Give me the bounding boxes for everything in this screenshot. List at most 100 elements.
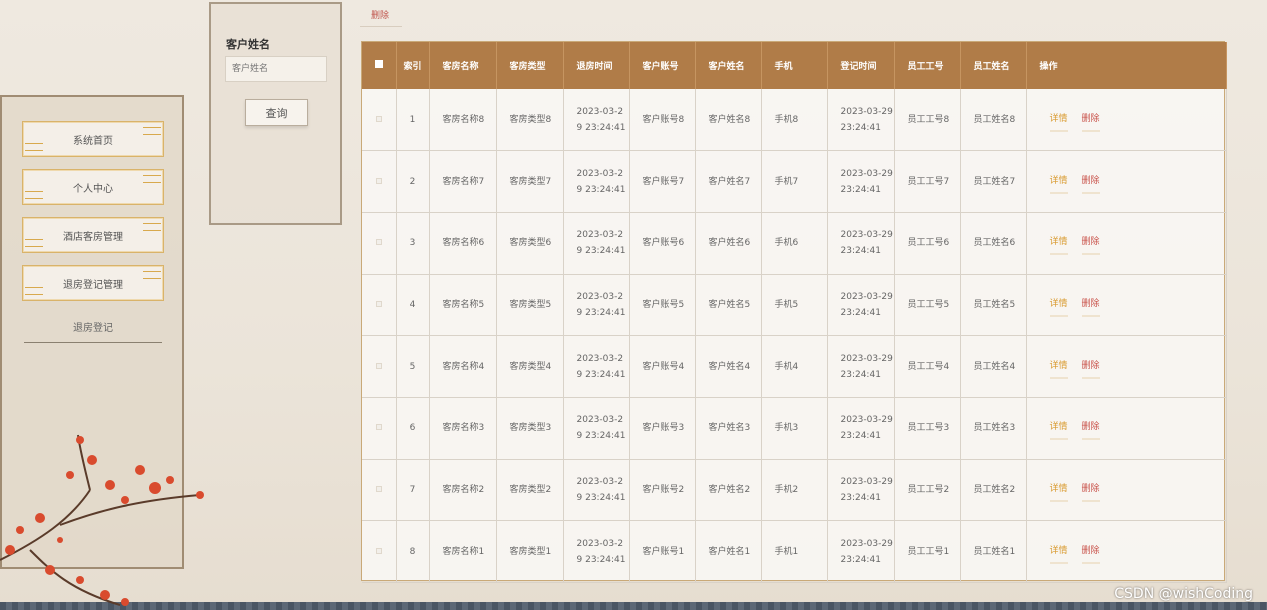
- cell-room-name: 客房名称1: [429, 520, 497, 583]
- column-header: 员工姓名: [960, 42, 1027, 89]
- cell-account: 客户账号6: [629, 212, 696, 275]
- cell-emp-id: 员工工号6: [894, 212, 961, 275]
- delete-button[interactable]: 删除: [1081, 293, 1100, 317]
- cell-room-name: 客房名称6: [429, 212, 497, 275]
- delete-button[interactable]: 删除: [1081, 108, 1100, 132]
- detail-button[interactable]: 详情: [1049, 478, 1068, 502]
- detail-button[interactable]: 详情: [1049, 108, 1068, 132]
- cell-account: 客户账号1: [629, 520, 696, 583]
- delete-button[interactable]: 删除: [1081, 478, 1100, 502]
- delete-button[interactable]: 删除: [1081, 540, 1100, 564]
- row-index: 8: [396, 520, 430, 583]
- row-index: 6: [396, 397, 430, 460]
- cell-checkout-time: 2023-03-29 23:24:41: [563, 335, 630, 398]
- cell-customer: 客户姓名4: [695, 335, 762, 398]
- checkout-table: 索引 客房名称 客房类型 退房时间 客户账号 客户姓名 手机 登记时间 员工工号…: [361, 41, 1227, 583]
- detail-button[interactable]: 详情: [1049, 355, 1068, 379]
- cell-phone: 手机3: [761, 397, 828, 460]
- cell-phone: 手机4: [761, 335, 828, 398]
- cell-account: 客户账号5: [629, 274, 696, 337]
- sidebar-item-room-management[interactable]: 酒店客房管理: [22, 217, 164, 253]
- cell-register-time: 2023-03-29 23:24:41: [827, 520, 895, 583]
- cell-account: 客户账号2: [629, 459, 696, 522]
- detail-button[interactable]: 详情: [1049, 170, 1068, 194]
- sidebar-item-personal-center[interactable]: 个人中心: [22, 169, 164, 205]
- column-header: 操作: [1026, 42, 1227, 89]
- sidebar-item-label: 退房登记管理: [63, 279, 123, 291]
- row-checkbox[interactable]: [362, 520, 397, 583]
- row-index: 4: [396, 274, 430, 337]
- row-checkbox[interactable]: [362, 89, 397, 152]
- cell-phone: 手机1: [761, 520, 828, 583]
- cell-register-time: 2023-03-29 23:24:41: [827, 397, 895, 460]
- delete-button[interactable]: 删除: [1081, 231, 1100, 256]
- row-actions: 详情 删除: [1026, 397, 1227, 460]
- cell-room-name: 客房名称7: [429, 150, 497, 213]
- cell-phone: 手机2: [761, 459, 828, 522]
- detail-button[interactable]: 详情: [1049, 293, 1068, 317]
- cell-phone: 手机5: [761, 274, 828, 337]
- detail-button[interactable]: 详情: [1049, 416, 1068, 441]
- row-checkbox[interactable]: [362, 274, 397, 337]
- row-actions: 详情 删除: [1026, 150, 1227, 213]
- row-checkbox[interactable]: [362, 459, 397, 522]
- table-row: 8 客房名称1 客房类型1 2023-03-29 23:24:41 客户账号1 客户姓名1…: [362, 520, 1227, 583]
- cell-checkout-time: 2023-03-29 23:24:41: [563, 520, 630, 583]
- cell-emp-id: 员工工号5: [894, 274, 961, 337]
- row-actions: 详情 删除: [1026, 89, 1227, 152]
- row-checkbox[interactable]: [362, 212, 397, 275]
- table-header-row: 索引 客房名称 客房类型 退房时间 客户账号 客户姓名 手机 登记时间 员工工号…: [362, 42, 1227, 89]
- column-header: 客房名称: [429, 42, 497, 89]
- cell-room-type: 客房类型6: [496, 212, 564, 275]
- row-checkbox[interactable]: [362, 397, 397, 460]
- row-actions: 详情 删除: [1026, 212, 1227, 275]
- search-label: 客户姓名: [226, 38, 270, 51]
- sidebar-item-label: 系统首页: [73, 135, 113, 147]
- customer-name-search-input[interactable]: [225, 56, 327, 82]
- row-checkbox[interactable]: [362, 335, 397, 398]
- row-index: 1: [396, 89, 430, 152]
- cell-register-time: 2023-03-29 23:24:41: [827, 150, 895, 213]
- table-row: 7 客房名称2 客房类型2 2023-03-29 23:24:41 客户账号2 客户姓名2…: [362, 459, 1227, 522]
- batch-delete-button[interactable]: 删除: [371, 8, 389, 21]
- column-header: 客房类型: [496, 42, 564, 89]
- sidebar-item-label: 酒店客房管理: [63, 231, 123, 243]
- sidebar-item-checkout-management[interactable]: 退房登记管理: [22, 265, 164, 301]
- select-all-checkbox[interactable]: [362, 42, 397, 89]
- row-index: 2: [396, 150, 430, 213]
- cell-emp-id: 员工工号3: [894, 397, 961, 460]
- delete-button[interactable]: 删除: [1081, 170, 1100, 194]
- cell-emp-id: 员工工号8: [894, 89, 961, 152]
- column-header: 索引: [396, 42, 430, 89]
- row-index: 7: [396, 459, 430, 522]
- cell-emp-name: 员工姓名3: [960, 397, 1027, 460]
- row-index: 5: [396, 335, 430, 398]
- sidebar-subitem-checkout-register[interactable]: 退房登记: [24, 321, 162, 343]
- cell-room-type: 客房类型8: [496, 89, 564, 152]
- cell-customer: 客户姓名1: [695, 520, 762, 583]
- delete-button[interactable]: 删除: [1081, 416, 1100, 441]
- sidebar-item-label: 个人中心: [73, 183, 113, 195]
- query-button[interactable]: 查询: [245, 99, 308, 126]
- cell-customer: 客户姓名8: [695, 89, 762, 152]
- divider: [360, 26, 402, 27]
- cell-register-time: 2023-03-29 23:24:41: [827, 274, 895, 337]
- detail-button[interactable]: 详情: [1049, 540, 1068, 564]
- cell-room-name: 客房名称3: [429, 397, 497, 460]
- sidebar-item-home[interactable]: 系统首页: [22, 121, 164, 157]
- row-actions: 详情 删除: [1026, 335, 1227, 398]
- watermark: CSDN @wishCoding: [1114, 586, 1253, 602]
- cell-phone: 手机7: [761, 150, 828, 213]
- cell-account: 客户账号8: [629, 89, 696, 152]
- cell-room-name: 客房名称4: [429, 335, 497, 398]
- cell-customer: 客户姓名5: [695, 274, 762, 337]
- cell-emp-name: 员工姓名6: [960, 212, 1027, 275]
- row-checkbox[interactable]: [362, 150, 397, 213]
- cell-account: 客户账号4: [629, 335, 696, 398]
- cell-checkout-time: 2023-03-29 23:24:41: [563, 89, 630, 152]
- cell-checkout-time: 2023-03-29 23:24:41: [563, 459, 630, 522]
- plum-blossom-decoration: [0, 434, 204, 606]
- column-header: 登记时间: [827, 42, 895, 89]
- delete-button[interactable]: 删除: [1081, 355, 1100, 379]
- detail-button[interactable]: 详情: [1049, 231, 1068, 256]
